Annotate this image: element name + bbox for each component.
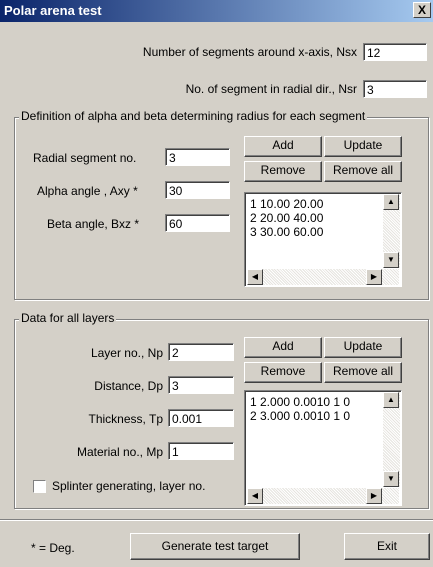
exit-button[interactable]: Exit [344, 533, 430, 560]
distance-label: Distance, Dp [94, 379, 163, 393]
remove-angle-button[interactable]: Remove [244, 161, 322, 182]
beta-angle-label: Beta angle, Bxz * [47, 217, 140, 231]
remove-layer-button[interactable]: Remove [244, 362, 322, 383]
scroll-right-icon[interactable]: ▶ [366, 488, 382, 504]
scroll-left-icon[interactable]: ◀ [247, 488, 263, 504]
nsx-field[interactable]: 12 [363, 43, 427, 61]
layer-list-vscrollbar[interactable]: ▲ ▼ [383, 392, 400, 487]
layer-list[interactable]: 1 2.000 0.0010 1 0 2 3.000 0.0010 1 0 ▲ … [244, 390, 402, 506]
scroll-up-icon[interactable]: ▲ [383, 194, 399, 210]
layer-no-field[interactable]: 2 [168, 343, 234, 361]
angle-list-hscrollbar[interactable]: ◀ ▶ [247, 269, 399, 285]
scroll-right-icon[interactable]: ▶ [366, 269, 382, 285]
list-item[interactable]: 3 30.00 60.00 [247, 225, 382, 239]
scroll-down-icon[interactable]: ▼ [383, 471, 399, 487]
generate-test-target-button[interactable]: Generate test target [130, 533, 300, 560]
angle-list-vscrollbar[interactable]: ▲ ▼ [383, 194, 400, 268]
radial-segment-label: Radial segment no. [33, 151, 137, 165]
nsx-label: Number of segments around x-axis, Nsx [142, 45, 357, 59]
radial-segment-field[interactable]: 3 [165, 148, 230, 166]
thickness-label: Thickness, Tp [88, 412, 163, 426]
material-field[interactable]: 1 [168, 442, 234, 460]
splinter-label: Splinter generating, layer no. [52, 479, 206, 493]
material-label: Material no., Mp [76, 445, 163, 459]
footer-divider [0, 519, 433, 521]
alpha-angle-field[interactable]: 30 [165, 181, 230, 199]
nsr-label: No. of segment in radial dir., Nsr [185, 82, 357, 96]
nsr-field[interactable]: 3 [363, 80, 427, 98]
close-button[interactable]: X [413, 2, 431, 18]
splinter-checkbox[interactable] [33, 480, 46, 493]
add-layer-button[interactable]: Add [244, 337, 322, 358]
layer-list-hscrollbar[interactable]: ◀ ▶ [247, 488, 399, 504]
list-item[interactable]: 2 3.000 0.0010 1 0 [247, 409, 382, 423]
window-title: Polar arena test [4, 3, 102, 18]
layers-group-title: Data for all layers [19, 311, 117, 325]
alpha-beta-group-title: Definition of alpha and beta determining… [19, 109, 368, 123]
layer-no-label: Layer no., Np [90, 346, 163, 360]
remove-all-angles-button[interactable]: Remove all [324, 161, 402, 182]
close-icon: X [417, 3, 426, 17]
update-angle-button[interactable]: Update [324, 136, 402, 157]
title-bar: Polar arena test X [0, 0, 433, 22]
scroll-left-icon[interactable]: ◀ [247, 269, 263, 285]
alpha-angle-label: Alpha angle , Axy * [37, 184, 138, 198]
list-item[interactable]: 2 20.00 40.00 [247, 211, 382, 225]
deg-note: * = Deg. [31, 541, 75, 555]
thickness-field[interactable]: 0.001 [168, 409, 234, 427]
update-layer-button[interactable]: Update [324, 337, 402, 358]
scroll-up-icon[interactable]: ▲ [383, 392, 399, 408]
add-angle-button[interactable]: Add [244, 136, 322, 157]
list-item[interactable]: 1 2.000 0.0010 1 0 [247, 395, 382, 409]
scroll-down-icon[interactable]: ▼ [383, 252, 399, 268]
angle-list[interactable]: 1 10.00 20.00 2 20.00 40.00 3 30.00 60.0… [244, 192, 402, 287]
remove-all-layers-button[interactable]: Remove all [324, 362, 402, 383]
list-item[interactable]: 1 10.00 20.00 [247, 197, 382, 211]
distance-field[interactable]: 3 [168, 376, 234, 394]
beta-angle-field[interactable]: 60 [165, 214, 230, 232]
